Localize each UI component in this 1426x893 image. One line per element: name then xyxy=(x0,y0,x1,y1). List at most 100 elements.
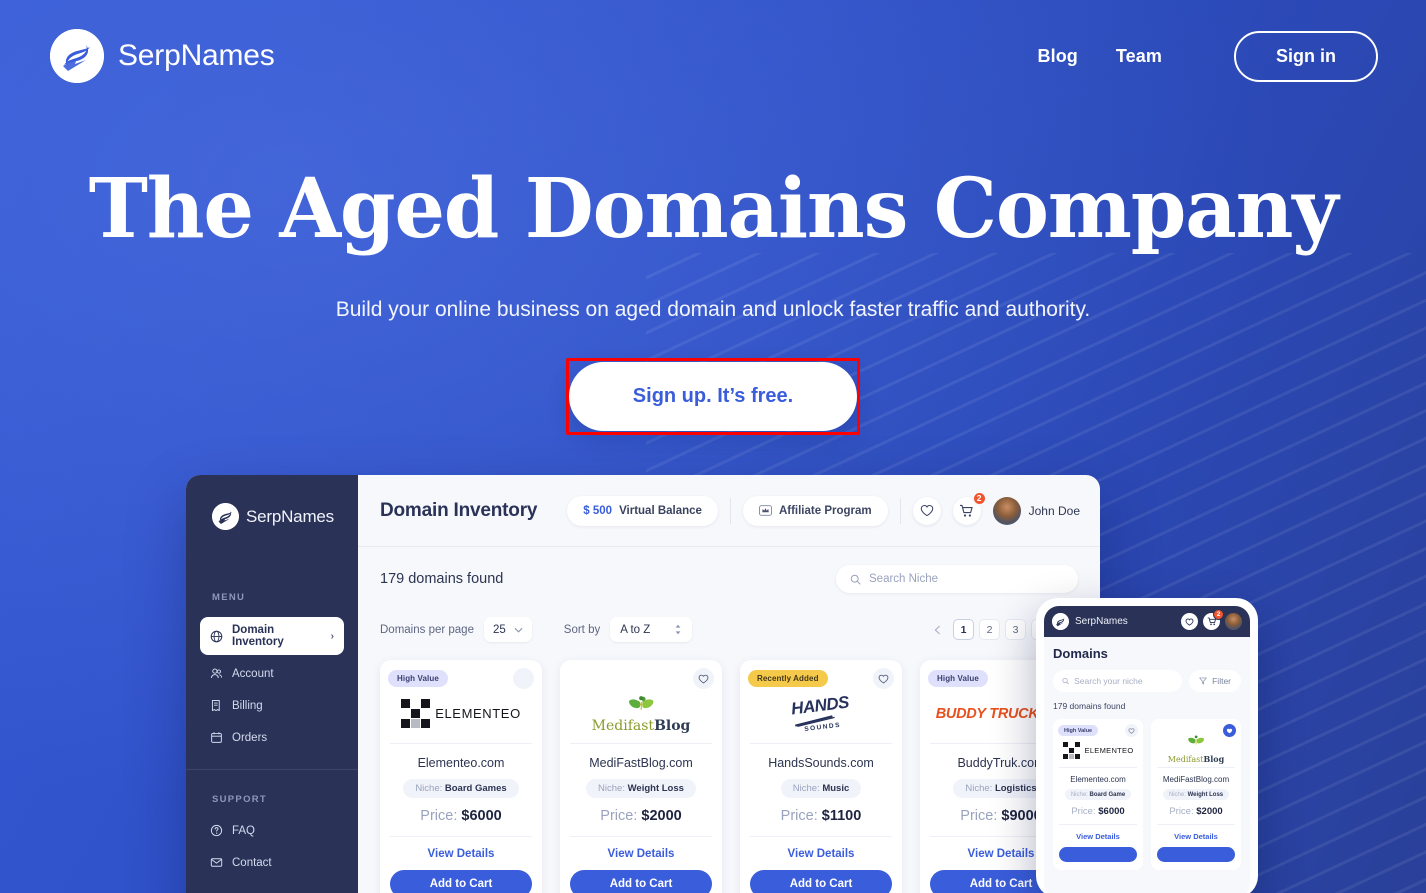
phone-screen: SerpNames 2 Domains Search your niche Fi… xyxy=(1044,606,1250,893)
price-label: Price: xyxy=(960,808,998,824)
view-details-link[interactable]: View Details xyxy=(390,848,532,860)
dashboard-brand[interactable]: SerpNames xyxy=(186,497,358,530)
price-label: Price: xyxy=(780,808,818,824)
search-input[interactable] xyxy=(869,573,1064,585)
user-menu[interactable]: John Doe xyxy=(992,496,1080,525)
affiliate-program-button[interactable]: Affiliate Program xyxy=(742,495,888,526)
brand-logo[interactable]: SerpNames xyxy=(50,29,275,83)
domain-card-list: High Value ELEMENTEO Elementeo.com Niche… xyxy=(380,660,1082,893)
heart-icon xyxy=(698,674,709,683)
price-value: $2000 xyxy=(1196,806,1223,817)
balance-label: Virtual Balance xyxy=(619,504,702,517)
sidebar-item-account[interactable]: Account xyxy=(200,660,344,687)
favorite-button[interactable] xyxy=(873,668,894,689)
domain-name: Elementeo.com xyxy=(1070,775,1126,784)
phone-card-list: High Value ELEMENTEO Elementeo.com Niche… xyxy=(1053,719,1241,870)
domain-card[interactable]: Recently Added HANDS SOUNDS HandsSounds.… xyxy=(740,660,902,893)
domain-name: MediFastBlog.com xyxy=(589,756,693,770)
phone-domain-card[interactable]: High Value ELEMENTEO Elementeo.com Niche… xyxy=(1053,719,1143,870)
card-divider xyxy=(750,836,892,837)
per-page-value: 25 xyxy=(492,623,506,636)
phone-page-title: Domains xyxy=(1053,646,1108,661)
wishlist-button[interactable] xyxy=(1181,613,1198,630)
domain-name: HandsSounds.com xyxy=(768,756,874,770)
cart-button[interactable]: 2 xyxy=(952,490,987,525)
sign-in-button[interactable]: Sign in xyxy=(1234,30,1378,82)
envelope-icon xyxy=(210,858,223,867)
add-to-cart-button[interactable]: Add to Cart xyxy=(570,870,712,893)
dashboard-sidebar: SerpNames MENU Domain Inventory › Accoun… xyxy=(186,475,358,893)
nav-link-blog[interactable]: Blog xyxy=(1038,46,1078,67)
sidebar-divider xyxy=(186,769,358,770)
phone-search-box[interactable] xyxy=(1053,670,1183,692)
avatar[interactable] xyxy=(1225,613,1242,630)
phone-domain-card[interactable]: MedifastBlog MediFastBlog.com Niche: Wei… xyxy=(1151,719,1241,870)
serpnames-logo-icon xyxy=(50,29,104,83)
per-page-select[interactable]: 25 xyxy=(483,617,532,642)
add-to-cart-button[interactable] xyxy=(1059,847,1137,862)
hero-subtitle: Build your online business on aged domai… xyxy=(335,298,1091,321)
favorite-button[interactable] xyxy=(1125,724,1138,737)
pagination-page[interactable]: 2 xyxy=(979,619,1000,640)
logo-text: BUDDY TRUCK xyxy=(935,706,1039,722)
topbar-divider xyxy=(729,497,731,524)
card-divider xyxy=(570,836,712,837)
search-niche-box[interactable] xyxy=(836,565,1078,593)
price-label: Price: xyxy=(600,808,638,824)
price-value: $2000 xyxy=(641,808,682,824)
niche-badge: Niche: Logistics xyxy=(953,779,1049,798)
sign-up-button[interactable]: Sign up. It’s free. xyxy=(568,362,858,431)
add-to-cart-button[interactable] xyxy=(1157,847,1235,862)
sidebar-item-label: Domain Inventory xyxy=(232,624,284,648)
price-label: Price: xyxy=(420,808,458,824)
sort-value: A to Z xyxy=(620,623,651,636)
add-to-cart-button[interactable]: Add to Cart xyxy=(750,870,892,893)
sidebar-item-orders[interactable]: Orders xyxy=(200,724,344,751)
site-header: SerpNames Blog Team Sign in xyxy=(0,0,1426,112)
sidebar-item-billing[interactable]: Billing xyxy=(200,692,344,719)
favorite-button[interactable] xyxy=(1223,724,1236,737)
chevron-down-icon xyxy=(514,627,523,633)
favorite-button[interactable] xyxy=(693,668,714,689)
virtual-balance-pill: $ 500 Virtual Balance xyxy=(567,495,718,526)
niche-value: Music xyxy=(822,783,850,794)
domain-logo: HANDS SOUNDS xyxy=(750,692,892,744)
logo-text: ELEMENTEO xyxy=(1084,745,1134,755)
search-icon xyxy=(1062,677,1069,685)
niche-label: Niche: xyxy=(792,783,820,794)
view-details-link[interactable]: View Details xyxy=(1059,832,1137,841)
phone-search-input[interactable] xyxy=(1074,676,1174,686)
sort-updown-icon xyxy=(675,624,681,635)
heart-icon xyxy=(518,674,529,684)
price-value: $6000 xyxy=(1098,806,1125,817)
page-title: The Aged Domains Company xyxy=(88,161,1339,257)
domain-logo: MedifastBlog xyxy=(1157,735,1235,768)
view-details-link[interactable]: View Details xyxy=(1157,832,1235,841)
wishlist-button[interactable] xyxy=(912,496,941,525)
nav-link-team[interactable]: Team xyxy=(1116,46,1162,67)
domain-name: MediFastBlog.com xyxy=(1162,775,1230,784)
heart-icon xyxy=(1128,727,1135,734)
question-icon xyxy=(210,824,223,837)
status-badge: High Value xyxy=(928,670,988,687)
sort-select[interactable]: A to Z xyxy=(610,617,693,642)
domain-card[interactable]: High Value ELEMENTEO Elementeo.com Niche… xyxy=(380,660,542,893)
sidebar-item-faq[interactable]: FAQ xyxy=(200,817,344,844)
view-details-link[interactable]: View Details xyxy=(570,848,712,860)
pagination-page[interactable]: 1 xyxy=(953,619,974,640)
niche-value: Logistics xyxy=(994,783,1037,794)
favorite-button[interactable] xyxy=(513,668,534,689)
pagination-prev[interactable] xyxy=(927,619,948,640)
domain-card[interactable]: MedifastBlog MediFastBlog.com Niche: Wei… xyxy=(560,660,722,893)
view-details-link[interactable]: View Details xyxy=(750,848,892,860)
pagination-page[interactable]: 3 xyxy=(1005,619,1026,640)
sidebar-item-domain-inventory[interactable]: Domain Inventory › xyxy=(200,617,344,655)
niche-badge: Niche: Music xyxy=(780,779,862,798)
cart-button[interactable]: 2 xyxy=(1203,609,1224,630)
search-icon xyxy=(850,574,861,585)
phone-filter-button[interactable]: Filter xyxy=(1189,670,1241,692)
dashboard-page-title: Domain Inventory xyxy=(380,499,538,521)
add-to-cart-button[interactable]: Add to Cart xyxy=(390,870,532,893)
sidebar-item-label: FAQ xyxy=(232,824,256,837)
sidebar-item-contact[interactable]: Contact xyxy=(200,849,344,876)
